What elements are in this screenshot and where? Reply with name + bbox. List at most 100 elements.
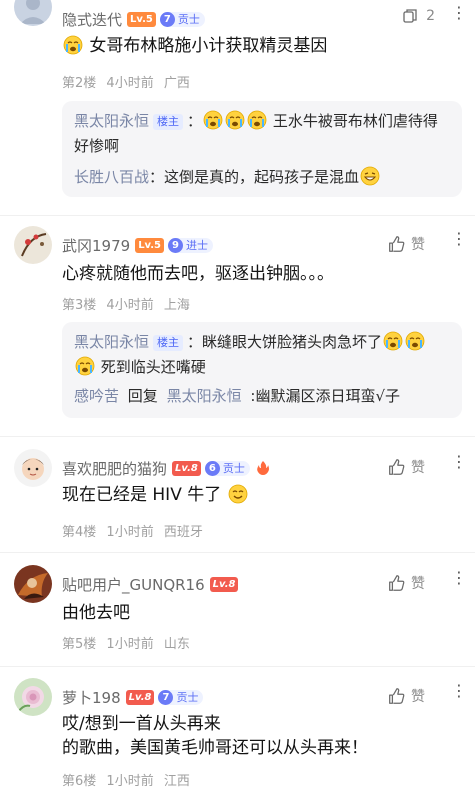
like-count: 2 [426, 8, 435, 24]
post-time: 1小时前 [106, 637, 154, 652]
reply-username[interactable]: 长胜八百战 [74, 168, 149, 186]
rank-badge: 6 贡士 [204, 460, 250, 476]
crying-emoji [225, 110, 245, 130]
op-tag: 楼主 [153, 335, 184, 351]
rank-number: 9 [168, 237, 184, 253]
comment-body: 由他去吧 [62, 603, 130, 623]
more-vertical-icon[interactable]: ⋮ [451, 5, 467, 21]
reply-item[interactable]: 黑太阳永恒 楼主： 王水牛被哥布林们虐待得好惨啊 [74, 109, 450, 159]
divider [0, 436, 475, 437]
crying-emoji [75, 356, 95, 376]
rank-label: 贡士 [177, 13, 200, 26]
floor-number: 第2楼 [62, 76, 97, 91]
grin-emoji [360, 166, 380, 186]
comment-header: 贴吧用户_GUNQR16 Lv.8 [62, 573, 239, 595]
comment-meta: 第4楼 1小时前 西班牙 [62, 521, 209, 540]
comment-body: 哎/想到一首从头再来 的歌曲，美国黄毛帅哥还可以从头再来！ [62, 712, 455, 760]
comment-text: 女哥布林略施小计获取精灵基因 [89, 36, 328, 56]
rank-badge: 9 进士 [168, 237, 214, 253]
like-button[interactable]: 赞 [387, 686, 425, 706]
comment-text: 现在已经是 HIV 牛了 [62, 485, 222, 505]
avatar[interactable] [14, 226, 52, 264]
floor-number: 第5楼 [62, 637, 97, 652]
ip-location: 广西 [163, 76, 190, 91]
comment-header: 喜欢肥肥的猫狗 Lv.8 6 贡士 [62, 457, 271, 479]
reply-username[interactable]: 感吟苦 [74, 387, 119, 405]
comment-text-line: 哎/想到一首从头再来 [62, 714, 221, 734]
avatar[interactable] [14, 565, 52, 603]
reply-username[interactable]: 黑太阳永恒 [74, 112, 149, 130]
rank-number: 7 [158, 689, 174, 705]
thumb-up-icon [387, 235, 405, 253]
reply-text-continued: 死到临头还嘴硬 [100, 358, 206, 376]
avatar[interactable] [14, 449, 52, 487]
thumb-up-icon [387, 574, 405, 592]
post-time: 4小时前 [106, 298, 154, 313]
comment-meta: 第2楼 4小时前 广西 [62, 72, 196, 91]
rank-label: 贡士 [176, 691, 199, 704]
comment-header: 武冈1979 Lv.5 9 进士 [62, 234, 214, 256]
reply-text: :幽默漏区添日珥蛮√子 [250, 387, 401, 405]
divider [0, 666, 475, 667]
like-button[interactable]: 赞 [387, 234, 425, 254]
level-badge: Lv.8 [209, 576, 239, 592]
avatar[interactable] [14, 678, 52, 716]
crying-emoji [383, 331, 403, 351]
ip-location: 上海 [163, 298, 190, 313]
like-button[interactable]: 赞 [387, 457, 425, 477]
reply-word: 回复 [127, 387, 158, 405]
comment-text-line: 的歌曲，美国黄毛帅哥还可以从头再来！ [62, 738, 368, 758]
copy-icon [403, 9, 417, 23]
username[interactable]: 隐式迭代 [62, 9, 122, 30]
comment-body: 心疼就随他而去吧，驱逐出钟胭。。。 [62, 264, 334, 284]
reply-text: 眯缝眼大饼脸猪头肉急坏了 [202, 333, 383, 351]
avatar[interactable] [14, 0, 52, 26]
ip-location: 江西 [163, 774, 190, 789]
username[interactable]: 萝卜198 [62, 687, 121, 708]
reply-box[interactable]: 黑太阳永恒 楼主： 王水牛被哥布林们虐待得好惨啊 长胜八百战：这倒是真的，起码孩子… [62, 101, 462, 197]
comment-body: 女哥布林略施小计获取精灵基因 [62, 34, 455, 58]
rank-number: 7 [159, 11, 175, 27]
comment-body: 现在已经是 HIV 牛了 [62, 483, 455, 507]
like-button[interactable]: 赞 [387, 573, 425, 593]
crying-emoji [203, 110, 223, 130]
reply-box[interactable]: 黑太阳永恒 楼主 ：眯缝眼大饼脸猪头肉急坏了 死到临头还嘴硬 感吟苦 回复 黑太阳永… [62, 322, 462, 418]
username[interactable]: 贴吧用户_GUNQR16 [62, 574, 205, 595]
level-badge: Lv.8 [172, 460, 201, 476]
reply-username[interactable]: 黑太阳永恒 [74, 333, 149, 351]
reply-item[interactable]: 长胜八百战：这倒是真的，起码孩子是混血 [74, 165, 450, 190]
divider [0, 215, 475, 216]
reply-item[interactable]: 感吟苦 回复 黑太阳永恒 :幽默漏区添日珥蛮√子 [74, 384, 450, 409]
rank-label: 进士 [186, 239, 209, 252]
crying-emoji [247, 110, 267, 130]
like-label: 赞 [411, 237, 425, 253]
level-badge: Lv.8 [125, 689, 155, 705]
more-vertical-icon[interactable]: ⋮ [451, 683, 467, 699]
reply-text: ：这倒是真的，起码孩子是混血 [149, 168, 360, 186]
rank-badge: 7 贡士 [158, 689, 204, 705]
floor-number: 第3楼 [62, 298, 97, 313]
comment-meta: 第5楼 1小时前 山东 [62, 633, 196, 652]
crying-emoji [63, 35, 83, 55]
like-button[interactable]: 2 [402, 8, 435, 24]
more-vertical-icon[interactable]: ⋮ [451, 231, 467, 247]
more-vertical-icon[interactable]: ⋮ [451, 454, 467, 470]
comment-meta: 第3楼 4小时前 上海 [62, 294, 196, 313]
more-vertical-icon[interactable]: ⋮ [451, 570, 467, 586]
ip-location: 山东 [163, 637, 190, 652]
like-label: 赞 [411, 460, 425, 476]
post-time: 4小时前 [106, 76, 154, 91]
ip-location: 西班牙 [163, 525, 203, 540]
rank-badge: 7 贡士 [159, 11, 205, 27]
level-badge: Lv.5 [135, 237, 165, 253]
comment-meta: 第6楼 1小时前 江西 [62, 770, 196, 789]
crying-emoji [405, 331, 425, 351]
like-label: 赞 [411, 576, 425, 592]
comment-header: 隐式迭代 Lv.5 7 贡士 [62, 8, 205, 30]
reply-item[interactable]: 黑太阳永恒 楼主 ：眯缝眼大饼脸猪头肉急坏了 死到临头还嘴硬 [74, 330, 450, 380]
rank-label: 贡士 [222, 462, 245, 475]
username[interactable]: 武冈1979 [62, 235, 130, 256]
reply-target-username[interactable]: 黑太阳永恒 [167, 387, 242, 405]
floor-number: 第6楼 [62, 774, 97, 789]
username[interactable]: 喜欢肥肥的猫狗 [62, 458, 167, 479]
